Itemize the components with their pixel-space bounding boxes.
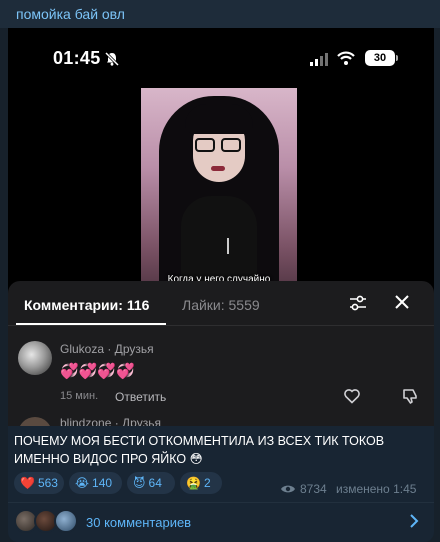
tab-comments[interactable]: Комментарии: 116: [24, 297, 149, 313]
comment-author[interactable]: blindzone · Друзья: [60, 416, 161, 426]
tab-likes[interactable]: Лайки: 5559: [182, 297, 260, 313]
status-time: 01:45: [53, 48, 101, 68]
reaction-count: 2: [203, 476, 211, 490]
channel-title[interactable]: помойка бай овл: [16, 6, 125, 22]
glasses-left: [195, 138, 215, 152]
reaction-heart[interactable]: ❤️ 563: [14, 472, 64, 494]
red-heart-icon: ❤️: [20, 476, 35, 490]
channel-header[interactable]: помойка бай овл: [0, 0, 440, 28]
reaction-crying[interactable]: 😭 140: [69, 472, 122, 494]
chevron-right-icon[interactable]: [408, 513, 420, 529]
bangs-shape: [185, 104, 253, 134]
filter-sliders-icon[interactable]: [348, 293, 368, 313]
comments-sheet: Комментарии: 116 Лайки: 5559 Glukoza · Д…: [8, 281, 434, 426]
divider: [8, 502, 434, 503]
wifi-icon: [337, 51, 355, 65]
close-icon[interactable]: [393, 293, 411, 311]
glasses-right: [221, 138, 241, 152]
heart-icon[interactable]: [343, 387, 361, 405]
reply-button[interactable]: Ответить: [115, 390, 166, 404]
comment-author[interactable]: Glukoza · Друзья: [60, 342, 154, 356]
avatar[interactable]: [18, 341, 52, 375]
crying-face-icon: 😭: [75, 476, 90, 490]
battery-indicator: 30: [365, 50, 395, 66]
cellular-signal-icon: [310, 53, 328, 66]
eye-icon: [281, 485, 295, 493]
battery-tip: [396, 55, 398, 61]
vomit-face-icon: 🤮: [186, 476, 201, 490]
media-screenshot[interactable]: 01:45 30 Когда у него случайно Комментар…: [8, 28, 434, 426]
cross-necklace: [227, 238, 229, 254]
reaction-devil[interactable]: 😈 64: [127, 472, 175, 494]
message-post: 01:45 30 Когда у него случайно Комментар…: [8, 28, 434, 542]
comments-link[interactable]: 30 комментариев: [86, 515, 191, 530]
avatar[interactable]: [18, 417, 52, 426]
view-count: 8734: [300, 482, 327, 496]
comment-time: 15 мин.: [60, 390, 99, 402]
edited-time: изменено 1:45: [336, 482, 417, 496]
avatar: [54, 509, 78, 533]
lips: [211, 166, 225, 171]
thumbs-down-icon[interactable]: [401, 387, 419, 405]
reaction-count: 563: [37, 476, 58, 490]
reaction-vomit[interactable]: 🤮 2: [180, 472, 222, 494]
reaction-count: 140: [92, 476, 113, 490]
reaction-count: 64: [148, 476, 162, 490]
bell-slash-icon: [104, 51, 120, 67]
comment-text: 💞💞💞💞: [60, 363, 135, 380]
message-text: ПОЧЕМУ МОЯ БЕСТИ ОТКОММЕНТИЛА ИЗ ВСЕХ ТИ…: [14, 434, 385, 466]
devil-face-icon: 😈: [133, 476, 146, 490]
divider: [8, 325, 434, 326]
